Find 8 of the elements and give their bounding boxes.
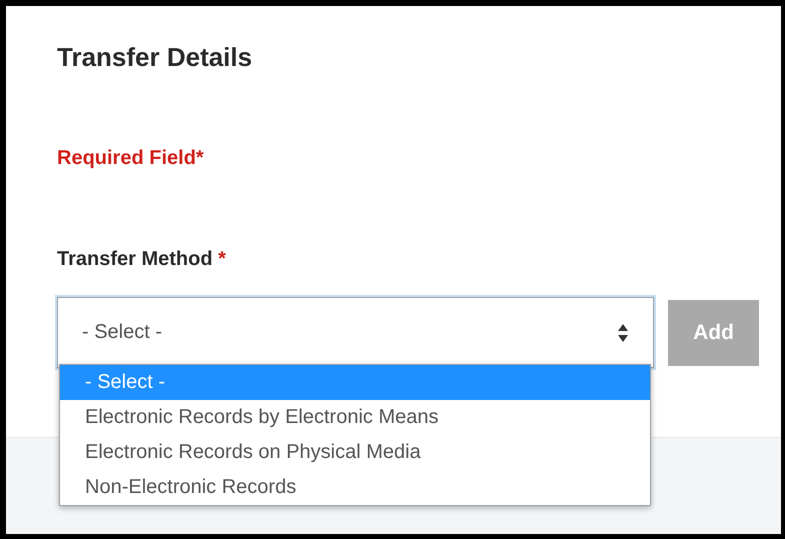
transfer-method-select[interactable]: - Select -: [57, 297, 654, 368]
section-title: Transfer Details: [57, 42, 254, 73]
dropdown-option[interactable]: Electronic Records on Physical Media: [60, 435, 650, 470]
field-label: Transfer Method *: [57, 248, 227, 271]
dropdown-option[interactable]: Non-Electronic Records: [60, 470, 650, 505]
sort-icon: [617, 322, 629, 342]
dropdown-option[interactable]: Electronic Records by Electronic Means: [60, 400, 650, 435]
required-field-note: Required Field*: [57, 147, 205, 170]
